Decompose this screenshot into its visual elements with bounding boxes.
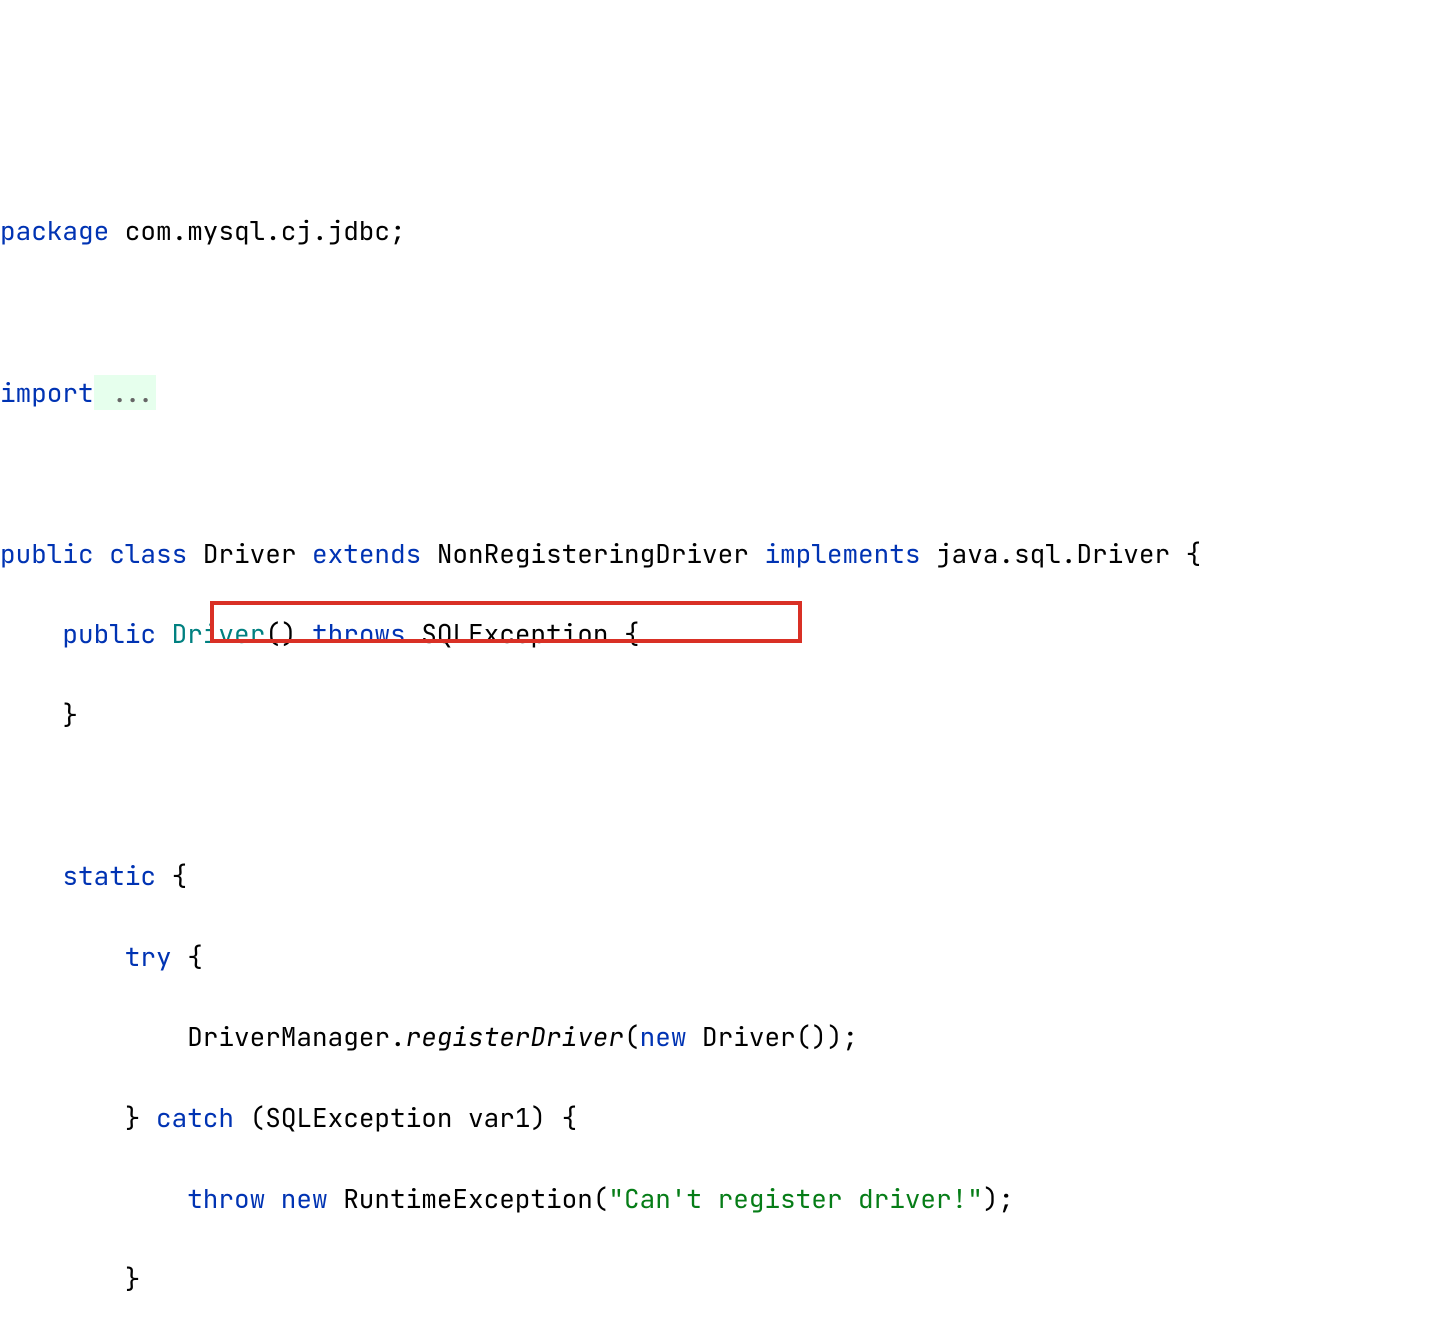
keyword-class: class [94,536,188,571]
keyword-extends: extends [296,536,421,571]
keyword-new: new [265,1181,327,1216]
code-text: RuntimeException( [328,1181,609,1216]
code-text: } [0,1100,140,1135]
code-line: throw new RuntimeException("Can't regist… [0,1179,1450,1219]
code-text: SQLException { [406,616,640,651]
code-text: (SQLException var1) { [234,1100,577,1135]
code-line: static { [0,856,1450,896]
code-line: try { [0,937,1450,977]
code-line: } [0,1259,1450,1299]
keyword-implements: implements [749,536,921,571]
code-line: } catch (SQLException var1) { [0,1098,1450,1138]
code-text: DriverManager. [0,1019,406,1054]
code-editor[interactable]: package com.mysql.cj.jdbc; import ... pu… [0,171,1450,1332]
code-text: ( [624,1019,640,1054]
code-text: } [0,697,78,732]
static-method-call: registerDriver [406,1019,624,1054]
code-line: public Driver() throws SQLException { [0,614,1450,654]
string-literal: "Can't register driver!" [608,1181,982,1216]
keyword-new: new [640,1019,687,1054]
code-text: ); [983,1181,1014,1216]
code-text: NonRegisteringDriver [421,536,749,571]
keyword-public: public [0,536,94,571]
code-line-highlighted: DriverManager.registerDriver(new Driver(… [0,1017,1450,1057]
keyword-catch: catch [140,1100,234,1135]
code-text: java.sql.Driver { [920,536,1201,571]
keyword-package: package [0,213,109,248]
keyword-public: public [0,616,156,651]
keyword-static: static [0,858,156,893]
code-line: import ... [0,373,1450,413]
code-text: com.mysql.cj.jdbc; [109,213,405,248]
code-line: } [0,695,1450,735]
code-line: public class Driver extends NonRegisteri… [0,534,1450,574]
keyword-try: try [0,939,172,974]
code-text: } [0,1261,140,1296]
code-line-empty [0,292,1450,332]
code-text: { [172,939,203,974]
code-line-empty [0,776,1450,816]
code-line: package com.mysql.cj.jdbc; [0,211,1450,251]
keyword-throws: throws [296,616,405,651]
class-name: Driver [187,536,296,571]
code-text: { [156,858,187,893]
code-text: Driver()); [686,1019,858,1054]
keyword-throw: throw [0,1181,265,1216]
code-text: () [265,616,296,651]
constructor-name: Driver [156,616,265,651]
code-line-empty [0,453,1450,493]
folded-imports[interactable]: ... [94,375,156,410]
keyword-import: import [0,375,94,410]
